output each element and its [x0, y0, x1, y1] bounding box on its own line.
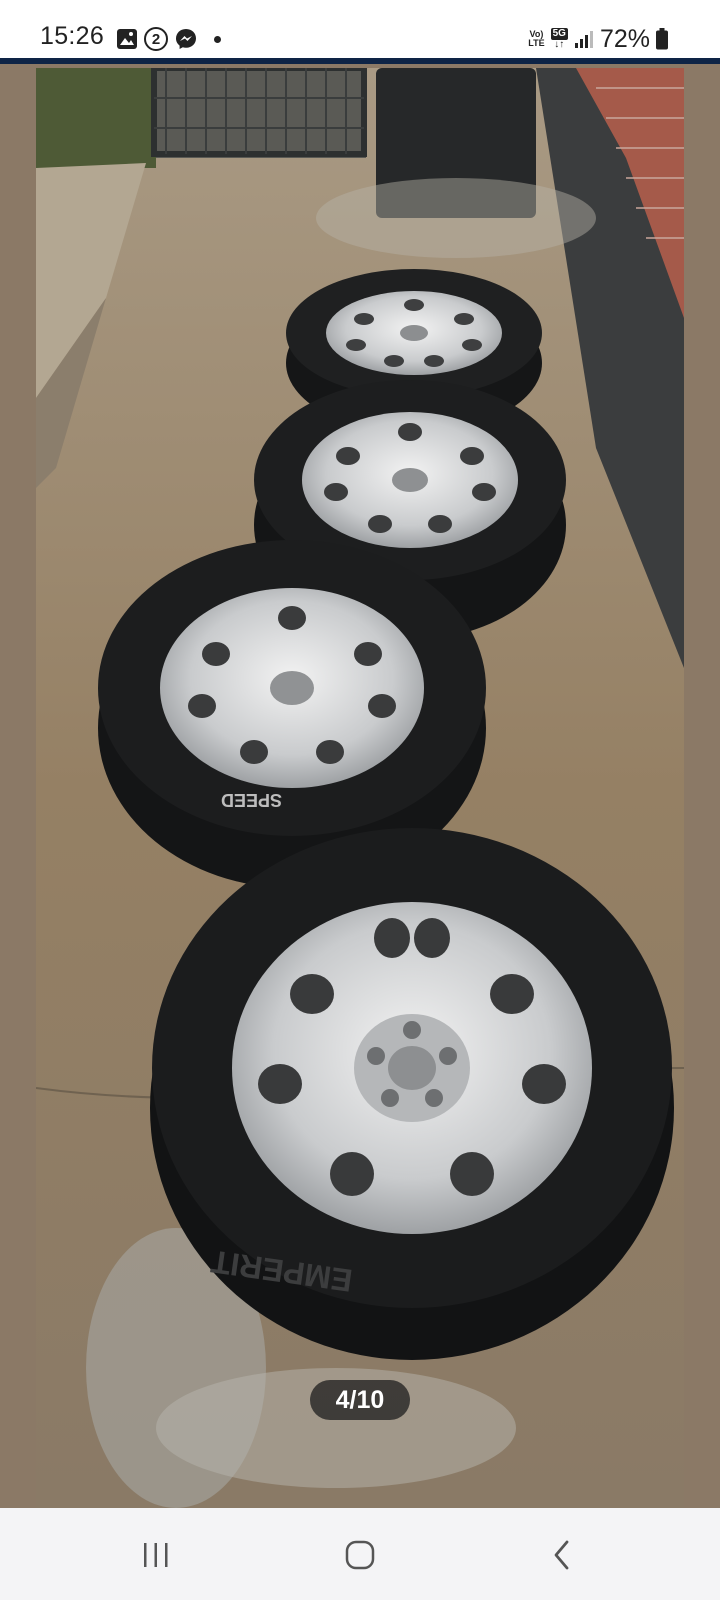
- notification-count: 2: [151, 30, 161, 48]
- back-button[interactable]: [532, 1530, 592, 1580]
- data-arrows-icon: ↓↑: [554, 39, 565, 50]
- back-icon: [554, 1540, 569, 1570]
- battery-icon: [656, 28, 668, 50]
- status-time: 15:26: [40, 22, 105, 50]
- page-indicator: 4/10: [310, 1380, 410, 1420]
- photo-scene: SPEED EMPERIT: [36, 68, 684, 1508]
- status-icons-left: 2: [116, 26, 221, 52]
- volte-icon: Vo) LTE: [528, 30, 544, 48]
- signal-icon: [574, 31, 593, 48]
- svg-text:SPEED: SPEED: [221, 790, 282, 810]
- wheel-4: EMPERIT: [150, 828, 674, 1360]
- wheel-photo[interactable]: SPEED EMPERIT 4/10: [36, 68, 684, 1508]
- recent-apps-button[interactable]: [126, 1530, 186, 1580]
- network-5g-icon: 5G ↓↑: [550, 28, 568, 50]
- messenger-icon: [176, 29, 196, 49]
- dot-icon: [214, 35, 221, 43]
- image-viewer[interactable]: SPEED EMPERIT 4/10: [0, 64, 720, 1508]
- status-icons-right: Vo) LTE 5G ↓↑ 72%: [528, 24, 668, 54]
- battery-percent: 72%: [599, 24, 650, 53]
- status-bar: 15:26 2 Vo) LTE 5G ↓↑ 72%: [0, 0, 720, 64]
- navigation-bar: [0, 1508, 720, 1600]
- home-icon: [345, 1540, 375, 1570]
- home-button[interactable]: [330, 1530, 390, 1580]
- notification-count-icon: 2: [144, 27, 168, 51]
- recent-apps-icon: [144, 1543, 168, 1567]
- gallery-icon: [117, 29, 137, 49]
- volte-label-bottom: LTE: [528, 38, 545, 48]
